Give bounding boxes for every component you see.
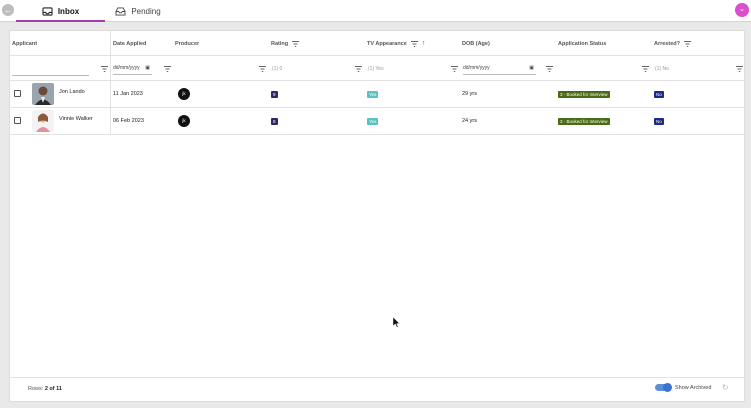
header-rating[interactable]: Rating	[271, 31, 300, 56]
applicant-filter-underline	[12, 75, 89, 76]
tab-pending[interactable]: Pending	[108, 0, 168, 22]
show-archived-toggle[interactable]	[655, 383, 672, 392]
date-applied-value: 06 Feb 2023	[113, 118, 144, 124]
table-footer: Rows: 2 of 11 Show Archived ↻	[10, 377, 744, 401]
sort-ascending-icon[interactable]: ↑	[422, 40, 426, 47]
date-applied-filter-placeholder: dd/mm/yyyy	[113, 65, 140, 71]
header-application-status[interactable]: Application Status	[558, 31, 606, 56]
mouse-cursor-icon	[393, 317, 401, 328]
header-applicant[interactable]: Applicant	[12, 31, 37, 56]
filter-icon[interactable]	[355, 66, 362, 72]
filter-icon[interactable]	[683, 40, 691, 47]
header-dob[interactable]: DOB (Age)	[462, 31, 490, 56]
rows-value: 2 of 11	[44, 386, 62, 392]
user-menu-chevron-icon[interactable]: ⌄	[735, 3, 749, 17]
status-badge: 3 - Booked for Interview	[558, 91, 610, 98]
filter-icon[interactable]	[736, 66, 743, 72]
rating-badge: 8	[271, 118, 278, 125]
back-arrow-icon[interactable]: ←	[2, 4, 14, 16]
header-arrested[interactable]: Arrested?	[654, 31, 691, 56]
rows-count: Rows: 2 of 11	[28, 386, 62, 392]
show-archived-label: Show Archived	[675, 385, 712, 391]
header-date-applied[interactable]: Date Applied	[113, 31, 146, 56]
rows-label: Rows:	[28, 386, 44, 392]
filter-icon[interactable]	[410, 40, 418, 47]
filter-icon[interactable]	[451, 66, 458, 72]
arrested-filter-value[interactable]: (1) No	[655, 56, 669, 81]
date-applied-value: 11 Jan 2023	[113, 91, 143, 97]
calendar-icon[interactable]: ▣	[145, 65, 150, 71]
header-rating-label: Rating	[271, 40, 289, 47]
filter-icon[interactable]	[101, 66, 108, 72]
age-value: 24 yrs	[462, 118, 477, 124]
filter-icon[interactable]	[546, 66, 553, 72]
applicant-name[interactable]: Vinnie Walker	[59, 116, 93, 122]
filter-icon[interactable]	[642, 66, 649, 72]
avatar	[32, 83, 54, 105]
header-arrested-label: Arrested?	[654, 40, 680, 47]
filter-icon[interactable]	[292, 40, 300, 47]
producer-avatar[interactable]: jk	[178, 88, 190, 100]
table-row[interactable]: Jon Lando 11 Jan 2023 jk 9 Yes 29 yrs 3 …	[10, 81, 744, 108]
dob-filter-input[interactable]: dd/mm/yyyy ▣	[463, 62, 536, 75]
reset-icon[interactable]: ↻	[722, 383, 729, 392]
calendar-icon[interactable]: ▣	[529, 65, 534, 71]
header-producer[interactable]: Producer	[175, 31, 199, 56]
tray-icon	[115, 6, 126, 16]
filter-icon[interactable]	[164, 66, 171, 72]
header-tv-appearance-label: TV Appearance	[367, 40, 407, 47]
filter-row: dd/mm/yyyy ▣ (1) 0 (1) Yes dd/mm/yyyy ▣ …	[10, 56, 744, 81]
rating-badge: 9	[271, 91, 278, 98]
date-applied-filter-input[interactable]: dd/mm/yyyy ▣	[113, 62, 152, 75]
tab-pending-label: Pending	[131, 6, 161, 16]
tv-appearance-badge: Yes	[367, 118, 379, 125]
tab-inbox-label: Inbox	[57, 6, 80, 16]
inbox-icon	[42, 6, 53, 16]
avatar	[32, 110, 54, 132]
arrested-badge: No	[654, 118, 664, 125]
arrested-badge: No	[654, 91, 664, 98]
tv-appearance-filter-value[interactable]: (1) Yes	[368, 56, 384, 81]
status-badge: 3 - Booked for Interview	[558, 118, 610, 125]
applicant-name[interactable]: Jon Lando	[59, 89, 85, 95]
filter-icon[interactable]	[259, 66, 266, 72]
top-bar: ← Inbox Pending ⌄	[0, 0, 751, 22]
dob-filter-placeholder: dd/mm/yyyy	[463, 65, 490, 71]
row-checkbox[interactable]	[14, 90, 21, 97]
tab-inbox[interactable]: Inbox	[16, 0, 105, 22]
table-row[interactable]: Vinnie Walker 06 Feb 2023 jk 8 Yes 24 yr…	[10, 108, 744, 135]
table-header: Applicant Date Applied Producer Rating T…	[10, 31, 744, 56]
header-tv-appearance[interactable]: TV Appearance ↑	[367, 31, 425, 56]
applicants-table: Applicant Date Applied Producer Rating T…	[9, 30, 745, 402]
row-checkbox[interactable]	[14, 117, 21, 124]
producer-avatar[interactable]: jk	[178, 115, 190, 127]
age-value: 29 yrs	[462, 91, 477, 97]
tv-appearance-badge: Yes	[367, 91, 379, 98]
rating-filter-value[interactable]: (1) 0	[272, 56, 282, 81]
